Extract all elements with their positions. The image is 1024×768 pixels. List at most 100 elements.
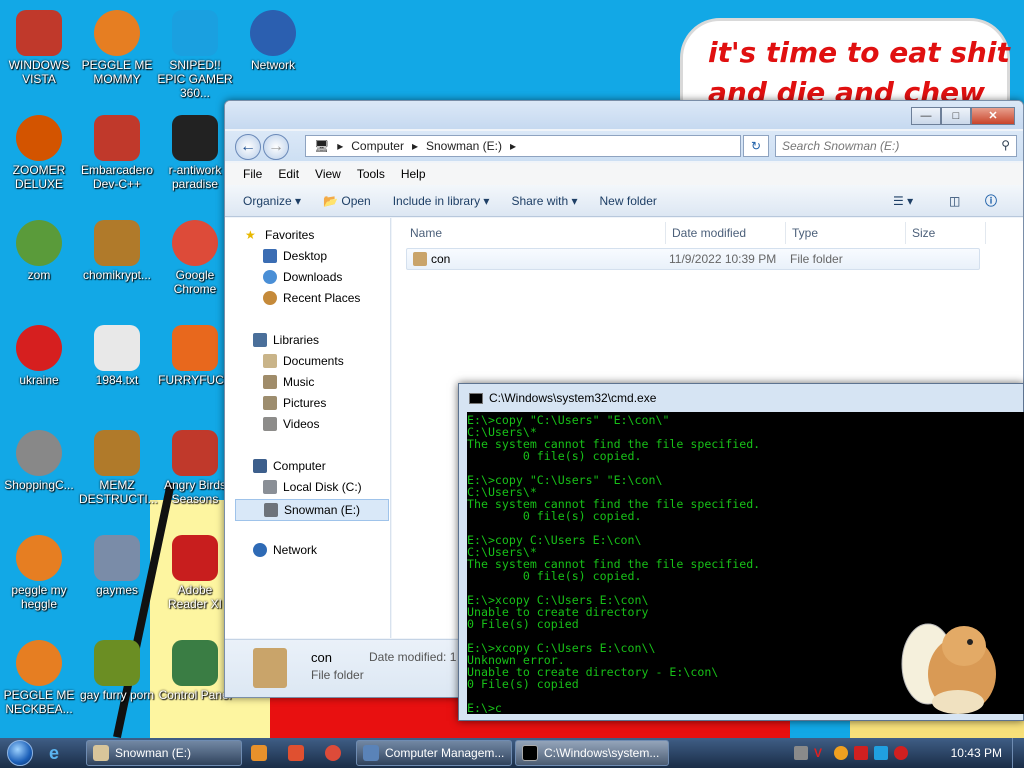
maximize-button[interactable]: □ (941, 107, 971, 125)
desktop-icon-4[interactable]: ZOOMER DELUXE (1, 115, 77, 191)
desktop-icon-14[interactable]: MEMZ DESTRUCTI... (79, 430, 158, 506)
forward-button[interactable]: → (263, 134, 289, 160)
nav-desktop[interactable]: Desktop (263, 249, 327, 263)
nav-local-disk[interactable]: Local Disk (C:) (263, 480, 362, 494)
back-button[interactable]: ← (235, 134, 261, 160)
windows-logo-icon (7, 740, 33, 766)
search-input[interactable]: Search Snowman (E:) ⚲ (775, 135, 1017, 157)
menu-file[interactable]: File (235, 163, 270, 185)
media-player-icon[interactable] (245, 740, 279, 766)
desktop-icon-1[interactable]: PEGGLE ME MOMMY (79, 10, 155, 86)
desktop-icon-21[interactable]: Control Panel (157, 640, 233, 702)
address-bar[interactable]: 🖥 ▸ Computer ▸ Snowman (E:) ▸ (305, 135, 741, 157)
folder-icon: 📂 (323, 193, 339, 208)
nav-documents[interactable]: Documents (263, 354, 344, 368)
nav-pictures[interactable]: Pictures (263, 396, 326, 410)
column-size[interactable]: Size (906, 222, 986, 244)
desktop-icon-6[interactable]: r-antiwork paradise (157, 115, 233, 191)
nav-snowman-drive[interactable]: Snowman (E:) (235, 499, 389, 521)
desktop-icon-19[interactable]: PEGGLE ME NECKBEA... (1, 640, 77, 716)
include-in-library-button[interactable]: Include in library ▾ (393, 194, 490, 208)
app-icon (94, 220, 140, 266)
desktop-icon-17[interactable]: gaymes (79, 535, 155, 597)
cmd-titlebar[interactable]: C:\Windows\system32\cmd.exe (459, 384, 1023, 412)
preview-pane-icon[interactable]: ◫ (949, 194, 960, 208)
desktop-icon-18[interactable]: Adobe Reader XI (157, 535, 233, 611)
taskbar-cmd[interactable]: C:\Windows\system... (515, 740, 669, 766)
nav-favorites[interactable]: ★ Favorites (245, 228, 314, 242)
chevron-right-icon: ▸ (510, 139, 517, 153)
libraries-icon (253, 333, 267, 347)
column-name[interactable]: Name (404, 222, 666, 244)
computer-icon (253, 459, 267, 473)
show-desktop-button[interactable] (1012, 738, 1024, 768)
file-row[interactable]: con 11/9/2022 10:39 PM File folder (406, 248, 980, 270)
nav-downloads[interactable]: Downloads (263, 270, 342, 284)
desktop-icon-3[interactable]: Network (235, 10, 311, 72)
navigation-pane: ★ Favorites Desktop Downloads Recent Plac… (225, 218, 391, 638)
start-button[interactable] (0, 738, 40, 768)
menu-tools[interactable]: Tools (349, 163, 393, 185)
tray-flag-icon[interactable] (854, 746, 868, 760)
taskbar-computer-management[interactable]: Computer Managem... (356, 740, 512, 766)
taskbar: e Snowman (E:) Computer Managem... C:\Wi… (0, 738, 1024, 768)
desktop-icon-15[interactable]: Angry Birds Seasons (157, 430, 233, 506)
desktop-icon-2[interactable]: SNIPED!! EPIC GAMER 360... (157, 10, 233, 100)
organize-button[interactable]: Organize ▾ (243, 194, 301, 208)
nav-libraries[interactable]: Libraries (253, 333, 319, 347)
explorer-titlebar[interactable]: — □ ✕ (225, 101, 1023, 129)
nav-computer[interactable]: Computer (253, 459, 326, 473)
tray-monitor-icon[interactable] (874, 746, 888, 760)
tray-search-icon[interactable] (834, 746, 848, 760)
desktop-icon-12[interactable]: FURRYFUCK (157, 325, 233, 387)
desktop-icon-11[interactable]: 1984.txt (79, 325, 155, 387)
desktop-icon-5[interactable]: Embarcadero Dev-C++ (79, 115, 155, 191)
breadcrumb-snowman[interactable]: Snowman (E:) (426, 139, 502, 153)
share-with-button[interactable]: Share with ▾ (511, 194, 577, 208)
documents-icon (263, 354, 277, 368)
desktop-icon-label: gay furry porn (79, 688, 155, 702)
help-icon[interactable]: ⓘ (985, 192, 997, 209)
tray-v-icon[interactable]: V (814, 746, 828, 760)
desktop-icon-13[interactable]: ShoppingC... (1, 430, 77, 492)
column-date-modified[interactable]: Date modified (666, 222, 786, 244)
tray-app-icon[interactable] (794, 746, 808, 760)
nav-recent-places[interactable]: Recent Places (263, 291, 360, 305)
menu-help[interactable]: Help (393, 163, 434, 185)
desktop-icon-7[interactable]: zom (1, 220, 77, 282)
close-button[interactable]: ✕ (971, 107, 1015, 125)
desktop-icon-label: ukraine (19, 373, 59, 387)
chrome-icon[interactable] (319, 740, 353, 766)
desktop-icon-label: Embarcadero Dev-C++ (80, 163, 154, 191)
desktop-icon-label: Control Panel (158, 688, 232, 702)
app-icon (172, 325, 218, 371)
nav-network[interactable]: Network (253, 543, 317, 557)
desktop-icon-0[interactable]: WINDOWS VISTA (1, 10, 77, 86)
desktop-icon-8[interactable]: chomikrypt... (79, 220, 155, 282)
minimize-button[interactable]: — (911, 107, 941, 125)
nav-music[interactable]: Music (263, 375, 314, 389)
menu-view[interactable]: View (307, 163, 349, 185)
desktop-icon-label: ZOOMER DELUXE (12, 163, 66, 191)
breadcrumb-computer[interactable]: Computer (351, 139, 404, 153)
music-icon (263, 375, 277, 389)
tray-volume-icon[interactable] (894, 746, 908, 760)
clock[interactable]: 10:43 PM (951, 746, 1002, 760)
chevron-right-icon: ▸ (411, 139, 418, 153)
desktop-icon-10[interactable]: ukraine (1, 325, 77, 387)
app-icon[interactable] (282, 740, 316, 766)
desktop-icon-20[interactable]: gay furry porn (79, 640, 155, 702)
taskbar-snowman[interactable]: Snowman (E:) (86, 740, 242, 766)
desktop-icon-9[interactable]: Google Chrome (157, 220, 233, 296)
command-bar: Organize ▾ 📂 Open Include in library ▾ S… (225, 185, 1023, 217)
app-icon (16, 10, 62, 56)
menu-edit[interactable]: Edit (270, 163, 307, 185)
column-type[interactable]: Type (786, 222, 906, 244)
view-options-icon[interactable]: ☰ ▾ (893, 194, 913, 208)
desktop-icon-16[interactable]: peggle my heggle (1, 535, 77, 611)
nav-videos[interactable]: Videos (263, 417, 319, 431)
refresh-button[interactable]: ↻ (743, 135, 769, 157)
new-folder-button[interactable]: New folder (600, 194, 657, 208)
ie-icon[interactable]: e (43, 740, 83, 766)
open-button[interactable]: 📂 Open (323, 194, 371, 208)
